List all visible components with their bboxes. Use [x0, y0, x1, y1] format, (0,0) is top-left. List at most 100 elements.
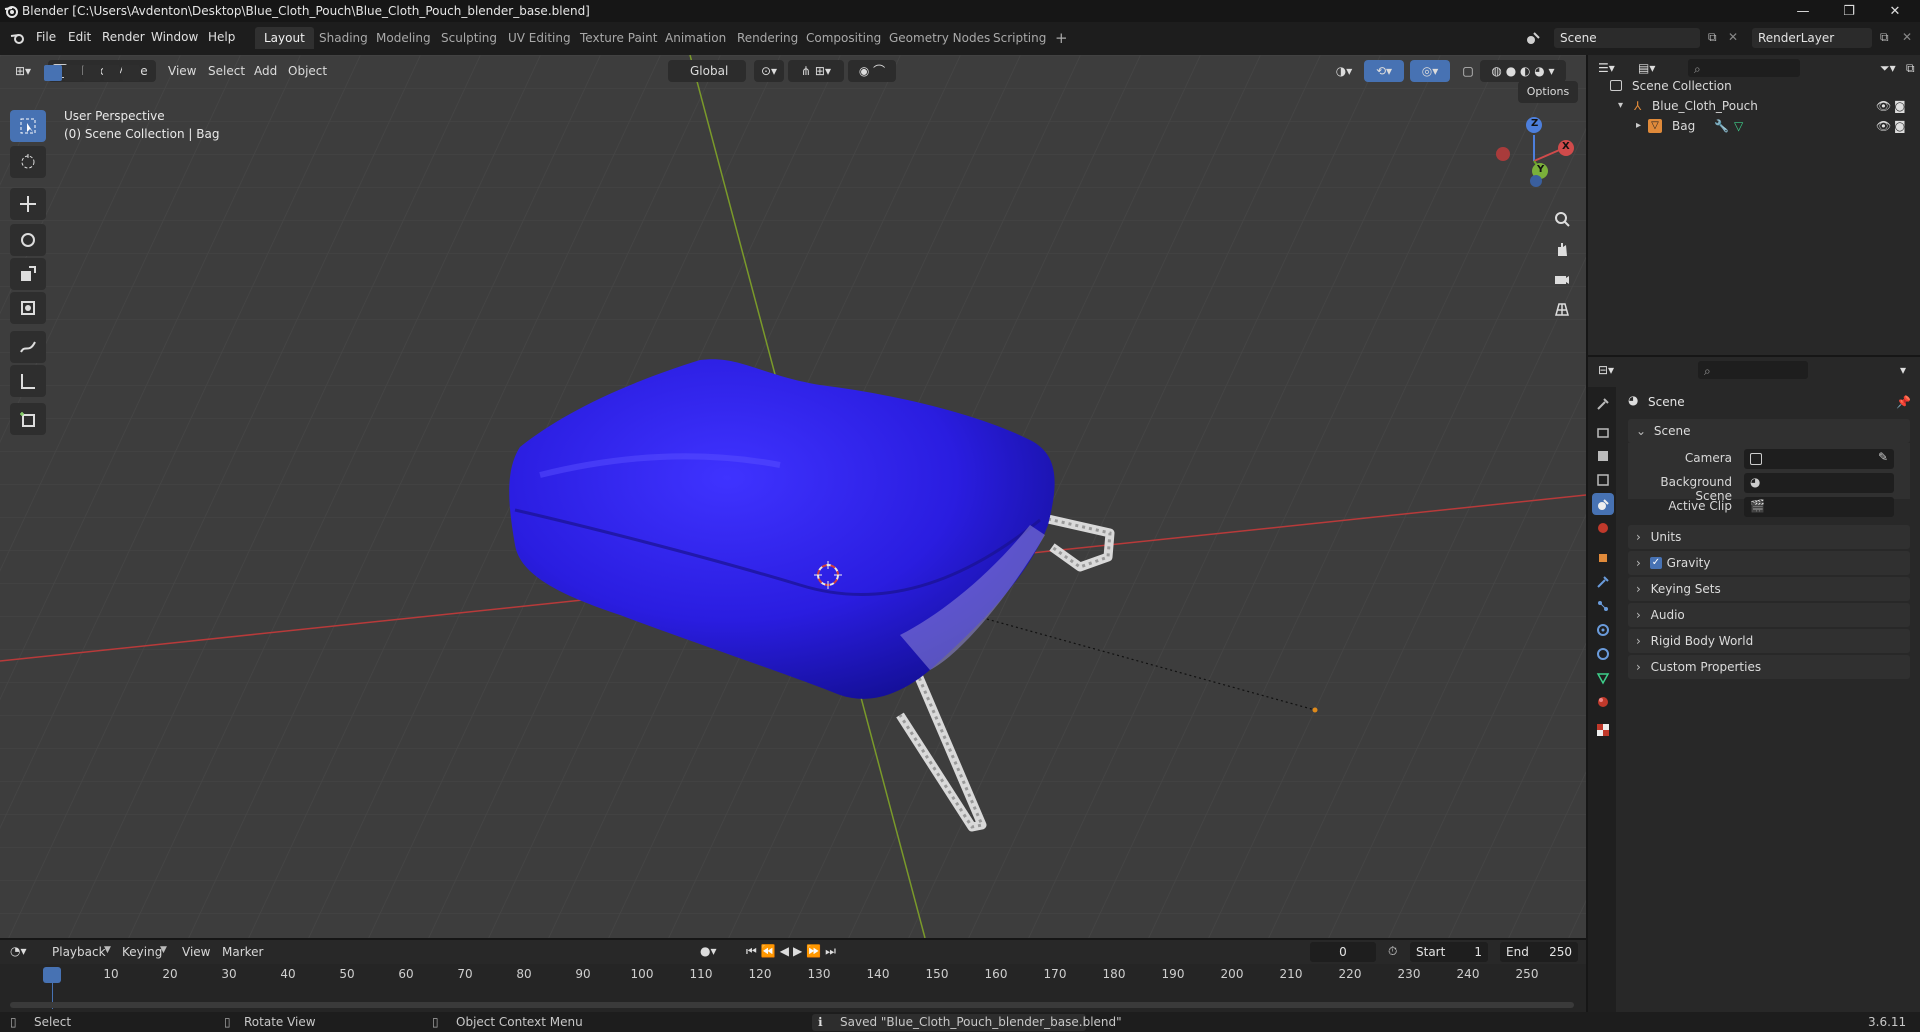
keying-sets-panel-header[interactable]: › Keying Sets	[1628, 577, 1910, 601]
particles-tab-icon[interactable]	[1592, 595, 1614, 617]
tab-geometry-nodes[interactable]: Geometry Nodes	[880, 27, 999, 49]
data-tab-icon[interactable]	[1592, 667, 1614, 689]
expand-arrow-icon[interactable]: ▸	[1636, 116, 1641, 136]
material-tab-icon[interactable]	[1592, 691, 1614, 713]
shading-mode-buttons[interactable]: ◍ ● ◐ ◕ ▾	[1480, 60, 1566, 82]
tab-scripting[interactable]: Scripting	[984, 27, 1055, 49]
visibility-eye-icon[interactable]: 👁	[1876, 116, 1891, 136]
options-button[interactable]: Options	[1518, 81, 1578, 103]
add-workspace-button[interactable]: +	[1046, 27, 1077, 49]
gravity-checkbox[interactable]: ✓	[1650, 557, 1662, 569]
blender-menu-icon[interactable]	[10, 31, 26, 45]
properties-editor-type-icon[interactable]: ⊟▾	[1598, 363, 1614, 377]
select-new-icon[interactable]	[44, 65, 62, 81]
menu-edit[interactable]: Edit	[68, 30, 91, 44]
tool-tab-icon[interactable]	[1592, 393, 1614, 415]
menu-object[interactable]: Object	[288, 60, 327, 82]
scene-selector[interactable]: Scene	[1554, 28, 1700, 48]
proportional-edit-button[interactable]: ◉ ⌒	[848, 60, 896, 82]
outliner-editor-type-icon[interactable]: ☰▾	[1598, 61, 1615, 75]
properties-options-icon[interactable]: ▾	[1900, 363, 1906, 377]
select-subtract-icon[interactable]	[83, 65, 101, 81]
visibility-eye-icon[interactable]: 👁	[1876, 96, 1891, 116]
annotate-tool[interactable]	[10, 331, 46, 363]
timeline-scrollbar[interactable]	[10, 1002, 1574, 1008]
select-box-tool[interactable]	[10, 110, 46, 142]
overlay-toggle-button[interactable]: ◎▾	[1410, 60, 1450, 82]
transform-tool[interactable]	[10, 292, 46, 324]
collapse-arrow-icon[interactable]: ▾	[1618, 96, 1623, 116]
move-tool[interactable]	[10, 188, 46, 220]
object-tab-icon[interactable]	[1592, 547, 1614, 569]
rotate-tool[interactable]	[10, 224, 46, 256]
gravity-panel-header[interactable]: › ✓ Gravity	[1628, 551, 1910, 575]
minimize-button[interactable]: —	[1780, 0, 1826, 22]
menu-render[interactable]: Render	[102, 30, 145, 44]
measure-tool[interactable]	[10, 365, 46, 397]
zoom-icon[interactable]	[1548, 205, 1576, 233]
viewlayer-new-icon[interactable]: ⧉	[1880, 30, 1889, 45]
tab-animation[interactable]: Animation	[656, 27, 735, 49]
world-tab-icon[interactable]	[1592, 517, 1614, 539]
texture-tab-icon[interactable]	[1592, 719, 1614, 741]
eyedropper-icon[interactable]: ✎	[1878, 450, 1888, 464]
select-intersect-icon[interactable]	[122, 65, 140, 81]
scene-section-header[interactable]: ⌄ Scene	[1628, 419, 1910, 443]
perspective-toggle-icon[interactable]	[1548, 295, 1576, 323]
menu-view[interactable]: View	[168, 60, 196, 82]
tab-modeling[interactable]: Modeling	[367, 27, 440, 49]
render-camera-icon[interactable]: ◙	[1894, 96, 1906, 116]
scene-tab-icon[interactable]	[1592, 493, 1614, 515]
custom-properties-panel-header[interactable]: › Custom Properties	[1628, 655, 1910, 679]
menu-add[interactable]: Add	[254, 60, 277, 82]
viewlayer-remove-icon[interactable]: ✕	[1902, 30, 1912, 44]
view-layer-tab-icon[interactable]	[1592, 469, 1614, 491]
scale-tool[interactable]	[10, 258, 46, 290]
add-cube-tool[interactable]	[10, 403, 46, 435]
pan-hand-icon[interactable]	[1548, 235, 1576, 263]
select-extend-icon[interactable]	[63, 65, 82, 81]
active-clip-field[interactable]: 🎬	[1744, 497, 1894, 517]
camera-view-icon[interactable]	[1548, 265, 1576, 293]
filter-icon[interactable]: ⏷▾	[1880, 61, 1896, 76]
modifier-wrench-icon[interactable]: 🔧	[1714, 116, 1729, 136]
scene-browse-icon[interactable]: ⧉	[1708, 30, 1717, 45]
modifier-tab-icon[interactable]	[1592, 571, 1614, 593]
pivot-point-button[interactable]: ⊙▾	[754, 60, 784, 82]
render-camera-icon[interactable]: ◙	[1894, 116, 1906, 136]
background-scene-field[interactable]: ◕	[1744, 473, 1894, 493]
tab-compositing[interactable]: Compositing	[797, 27, 890, 49]
close-button[interactable]: ✕	[1872, 0, 1918, 22]
render-tab-icon[interactable]	[1592, 421, 1614, 443]
tab-sculpting[interactable]: Sculpting	[432, 27, 506, 49]
snap-button[interactable]: ⋔ ⊞▾	[788, 60, 844, 82]
rigid-body-world-panel-header[interactable]: › Rigid Body World	[1628, 629, 1910, 653]
properties-search-input[interactable]: ⌕	[1698, 361, 1808, 379]
constraints-tab-icon[interactable]	[1592, 643, 1614, 665]
outliner-row-scene-collection[interactable]: Scene Collection	[1588, 76, 1920, 96]
orientation-selector[interactable]: Global	[668, 60, 746, 82]
menu-select[interactable]: Select	[208, 60, 245, 82]
xray-icon[interactable]: ▢	[1460, 60, 1476, 82]
camera-field[interactable]: ✎	[1744, 449, 1894, 469]
tab-uv-editing[interactable]: UV Editing	[499, 27, 580, 49]
select-invert-icon[interactable]	[102, 65, 121, 81]
new-collection-icon[interactable]: ⧉	[1906, 61, 1915, 76]
menu-window[interactable]: Window	[151, 30, 198, 44]
viewlayer-selector[interactable]: RenderLayer	[1752, 28, 1872, 48]
tab-layout[interactable]: Layout	[255, 27, 314, 49]
outliner-row-bag[interactable]: ▸ ▽ Bag 🔧 ▽ 👁 ◙	[1588, 116, 1920, 136]
pin-icon[interactable]: 📌	[1896, 395, 1911, 409]
menu-help[interactable]: Help	[208, 30, 235, 44]
tab-rendering[interactable]: Rendering	[728, 27, 807, 49]
output-tab-icon[interactable]	[1592, 445, 1614, 467]
scene-remove-icon[interactable]: ✕	[1728, 30, 1738, 44]
physics-tab-icon[interactable]	[1592, 619, 1614, 641]
3d-viewport[interactable]: Z Y X ⊞▾ Object Mode View Select Add Obj…	[0, 55, 1586, 938]
units-panel-header[interactable]: › Units	[1628, 525, 1910, 549]
restore-button[interactable]: ❐	[1826, 0, 1872, 22]
mesh-data-icon[interactable]: ▽	[1734, 116, 1743, 136]
editor-type-button[interactable]: ⊞▾	[8, 60, 38, 82]
gizmo-toggle-button[interactable]: ⟲▾	[1364, 60, 1404, 82]
cursor-tool[interactable]	[10, 146, 46, 178]
